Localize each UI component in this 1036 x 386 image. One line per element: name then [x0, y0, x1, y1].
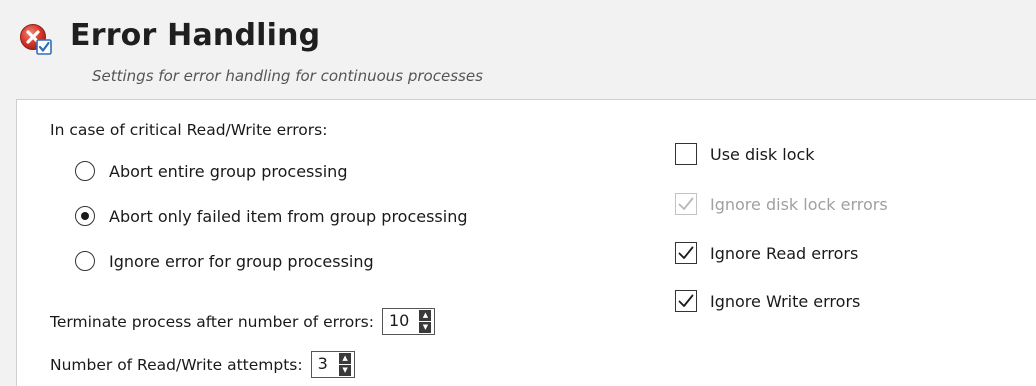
- spin-down-icon[interactable]: ▼: [419, 322, 432, 333]
- checkbox-use-disk-lock[interactable]: Use disk lock: [675, 143, 815, 165]
- terminate-after-value[interactable]: 10: [383, 309, 419, 334]
- error-settings-icon: [20, 24, 52, 55]
- checkbox-box[interactable]: [675, 242, 697, 264]
- spin-down-icon[interactable]: ▼: [339, 365, 352, 376]
- rw-attempts-label: Number of Read/Write attempts:: [50, 355, 303, 374]
- checkbox-label: Ignore disk lock errors: [710, 194, 888, 214]
- checkbox-ignore-write-errors[interactable]: Ignore Write errors: [675, 290, 860, 312]
- checkmark-icon: [678, 294, 694, 307]
- rw-attempts-stepper[interactable]: 3 ▲ ▼: [310, 351, 355, 378]
- checkmark-icon: [678, 197, 694, 210]
- settings-panel: [16, 99, 1036, 386]
- terminate-after-row: Terminate process after number of errors…: [50, 308, 435, 335]
- checkbox-ignore-read-errors[interactable]: Ignore Read errors: [675, 242, 858, 264]
- rw-attempts-row: Number of Read/Write attempts: 3 ▲ ▼: [50, 351, 355, 378]
- radio-label: Ignore error for group processing: [109, 251, 374, 271]
- rw-attempts-value[interactable]: 3: [312, 352, 339, 377]
- radio-abort-failed-item[interactable]: Abort only failed item from group proces…: [75, 206, 468, 226]
- checkbox-box[interactable]: [675, 143, 697, 165]
- radio-label: Abort entire group processing: [109, 161, 348, 181]
- checkmark-icon: [678, 246, 694, 259]
- checkbox-label: Ignore Read errors: [710, 243, 859, 263]
- critical-errors-label: In case of critical Read/Write errors:: [50, 121, 328, 139]
- radio-button[interactable]: [75, 161, 95, 181]
- radio-ignore-error[interactable]: Ignore error for group processing: [75, 251, 374, 271]
- checkbox-box[interactable]: [675, 193, 697, 215]
- checkbox-label: Ignore Write errors: [710, 291, 861, 311]
- radio-abort-entire-group[interactable]: Abort entire group processing: [75, 161, 347, 181]
- spin-up-icon[interactable]: ▲: [339, 353, 352, 364]
- page-title: Error Handling: [70, 18, 321, 53]
- radio-label: Abort only failed item from group proces…: [109, 206, 468, 226]
- checkbox-ignore-disk-lock-errors[interactable]: Ignore disk lock errors: [675, 193, 888, 215]
- page-subtitle: Settings for error handling for continuo…: [92, 67, 483, 85]
- radio-button[interactable]: [75, 206, 95, 226]
- checkbox-label: Use disk lock: [710, 144, 815, 164]
- checkbox-box[interactable]: [675, 290, 697, 312]
- terminate-after-label: Terminate process after number of errors…: [50, 312, 374, 331]
- terminate-after-stepper[interactable]: 10 ▲ ▼: [381, 308, 435, 335]
- page-header: Error Handling Settings for error handli…: [0, 0, 1036, 96]
- radio-button[interactable]: [75, 251, 95, 271]
- spin-up-icon[interactable]: ▲: [419, 310, 432, 321]
